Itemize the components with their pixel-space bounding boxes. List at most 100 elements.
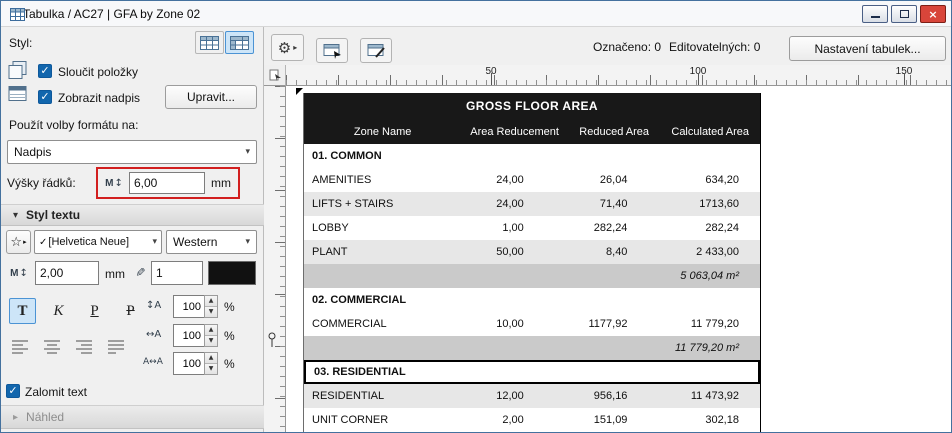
align-justify-icon[interactable] — [107, 339, 126, 355]
cell-reduced-area[interactable]: 71,40 — [568, 198, 661, 210]
cell-calculated-area[interactable]: 2 433,00 — [660, 246, 760, 258]
table-summary-row[interactable]: 5 063,04 m² — [304, 264, 760, 288]
table-row[interactable]: RESIDENTIAL 12,00 956,16 11 473,92 — [304, 384, 760, 408]
format-scope-select[interactable]: Nadpis ▾ — [7, 140, 257, 164]
column-header-zone-name[interactable]: Zone Name — [304, 126, 461, 138]
table-row[interactable]: LOBBY 1,00 282,24 282,24 — [304, 216, 760, 240]
cell-calculated-area[interactable]: 634,20 — [660, 174, 760, 186]
align-right-icon[interactable] — [75, 339, 94, 355]
font-size-input[interactable] — [35, 261, 99, 285]
cell-calculated-area[interactable]: 11 473,92 — [660, 390, 760, 402]
header-options-button[interactable] — [316, 38, 348, 63]
group-total[interactable]: 5 063,04 m² — [680, 270, 760, 282]
spin-up-icon[interactable]: ▲ — [205, 296, 217, 307]
ruler-origin-icon — [269, 69, 281, 81]
edit-title-button[interactable]: Upravit... — [165, 85, 257, 109]
cell-reduced-area[interactable]: 8,40 — [568, 246, 661, 258]
table-row[interactable]: COMMERCIAL 10,00 1177,92 11 779,20 — [304, 312, 760, 336]
align-center-icon[interactable] — [43, 339, 62, 355]
spin-down-icon[interactable]: ▼ — [205, 307, 217, 317]
cell-area-reducement[interactable]: 2,00 — [461, 414, 568, 426]
column-header-reduced-area[interactable]: Reduced Area — [568, 126, 661, 138]
column-header-calculated-area[interactable]: Calculated Area — [660, 126, 760, 138]
merge-items-checkbox[interactable]: ✓ — [38, 64, 52, 78]
cell-reduced-area[interactable]: 1177,92 — [568, 318, 661, 330]
close-button[interactable]: × — [920, 5, 946, 23]
cell-calculated-area[interactable]: 302,18 — [660, 414, 760, 426]
schedule-table: GROSS FLOOR AREA Zone Name Area Reduceme… — [303, 93, 761, 432]
italic-button[interactable]: K — [45, 298, 72, 324]
show-title-checkbox[interactable]: ✓ — [38, 90, 52, 104]
table-group-row-selected[interactable]: 03. RESIDENTIAL — [304, 360, 760, 384]
cell-reduced-area[interactable]: 282,24 — [568, 222, 661, 234]
cell-calculated-area[interactable]: 11 779,20 — [660, 318, 760, 330]
group-name[interactable]: 03. RESIDENTIAL — [306, 366, 406, 378]
cell-reduced-area[interactable]: 956,16 — [568, 390, 661, 402]
spin-up-icon[interactable]: ▲ — [205, 353, 217, 364]
view-mode-table-button[interactable] — [225, 31, 254, 54]
line-spacing-spinner[interactable]: ▲ ▼ — [173, 295, 218, 318]
cell-reduced-area[interactable]: 151,09 — [568, 414, 661, 426]
table-row[interactable]: LIFTS + STAIRS 24,00 71,40 1713,60 — [304, 192, 760, 216]
scheme-settings-button[interactable]: ⚙ ▸ — [271, 34, 304, 61]
char-width-spinner[interactable]: ▲ ▼ — [173, 324, 218, 347]
cell-zone-name[interactable]: PLANT — [304, 246, 461, 258]
table-summary-row[interactable]: 11 779,20 m² — [304, 336, 760, 360]
preview-section-header[interactable]: ▸ Náhled — [1, 405, 264, 429]
cell-zone-name[interactable]: UNIT CORNER — [304, 414, 461, 426]
font-color-swatch[interactable] — [208, 261, 256, 285]
cell-zone-name[interactable]: AMENITIES — [304, 174, 461, 186]
group-name[interactable]: 02. COMMERCIAL — [304, 294, 406, 306]
group-name[interactable]: 01. COMMON — [304, 150, 382, 162]
cell-area-reducement[interactable]: 12,00 — [461, 390, 568, 402]
maximize-button[interactable] — [891, 5, 917, 23]
schedule-settings-button[interactable]: Nastavení tabulek... — [789, 36, 946, 61]
pen-number-input[interactable] — [151, 261, 203, 285]
table-row[interactable]: AMENITIES 24,00 26,04 634,20 — [304, 168, 760, 192]
favorites-button[interactable]: ☆ ▸ — [6, 230, 31, 254]
cell-area-reducement[interactable]: 50,00 — [461, 246, 568, 258]
table-group-row[interactable]: 02. COMMERCIAL — [304, 288, 760, 312]
ruler-section-marker[interactable] — [267, 332, 277, 348]
view-mode-grid-button[interactable] — [195, 31, 224, 54]
cell-zone-name[interactable]: COMMERCIAL — [304, 318, 461, 330]
cell-area-reducement[interactable]: 24,00 — [461, 174, 568, 186]
cell-zone-name[interactable]: RESIDENTIAL — [304, 390, 461, 402]
font-select[interactable]: ✓ [Helvetica Neue] ▾ — [34, 230, 162, 254]
format-options-button[interactable] — [360, 38, 392, 63]
spin-down-icon[interactable]: ▼ — [205, 336, 217, 346]
group-total[interactable]: 11 779,20 m² — [675, 342, 760, 354]
spin-up-icon[interactable]: ▲ — [205, 325, 217, 336]
script-select[interactable]: Western ▾ — [166, 230, 257, 254]
wrap-text-checkbox[interactable]: ✓ — [6, 384, 20, 398]
table-header-row[interactable]: Zone Name Area Reducement Reduced Area C… — [304, 119, 760, 144]
cell-reduced-area[interactable]: 26,04 — [568, 174, 661, 186]
minimize-button[interactable] — [862, 5, 888, 23]
table-group-row[interactable]: 01. COMMON — [304, 144, 760, 168]
line-spacing-input[interactable] — [173, 295, 204, 318]
ruler-corner-button[interactable] — [264, 65, 286, 86]
char-spacing-input[interactable] — [173, 352, 204, 375]
cell-area-reducement[interactable]: 10,00 — [461, 318, 568, 330]
underline-button[interactable]: P — [81, 298, 108, 324]
title-bar[interactable]: Tabulka / AC27 | GFA by Zone 02 × — [1, 1, 951, 27]
row-height-input[interactable] — [129, 172, 205, 194]
table-row[interactable]: UNIT CORNER 2,00 151,09 302,18 — [304, 408, 760, 432]
table-title[interactable]: GROSS FLOOR AREA — [304, 93, 760, 119]
spin-down-icon[interactable]: ▼ — [205, 364, 217, 374]
cell-calculated-area[interactable]: 1713,60 — [660, 198, 760, 210]
char-spacing-spinner[interactable]: ▲ ▼ — [173, 352, 218, 375]
cell-area-reducement[interactable]: 24,00 — [461, 198, 568, 210]
cell-calculated-area[interactable]: 282,24 — [660, 222, 760, 234]
char-width-input[interactable] — [173, 324, 204, 347]
table-anchor-marker[interactable] — [296, 88, 303, 95]
cell-zone-name[interactable]: LOBBY — [304, 222, 461, 234]
strikethrough-button[interactable]: P — [117, 298, 144, 324]
align-left-icon[interactable] — [11, 339, 30, 355]
table-row[interactable]: PLANT 50,00 8,40 2 433,00 — [304, 240, 760, 264]
column-header-area-reducement[interactable]: Area Reducement — [461, 126, 568, 138]
text-style-section-header[interactable]: ▾ Styl textu — [1, 204, 264, 226]
bold-button[interactable]: T — [9, 298, 36, 324]
cell-area-reducement[interactable]: 1,00 — [461, 222, 568, 234]
cell-zone-name[interactable]: LIFTS + STAIRS — [304, 198, 461, 210]
